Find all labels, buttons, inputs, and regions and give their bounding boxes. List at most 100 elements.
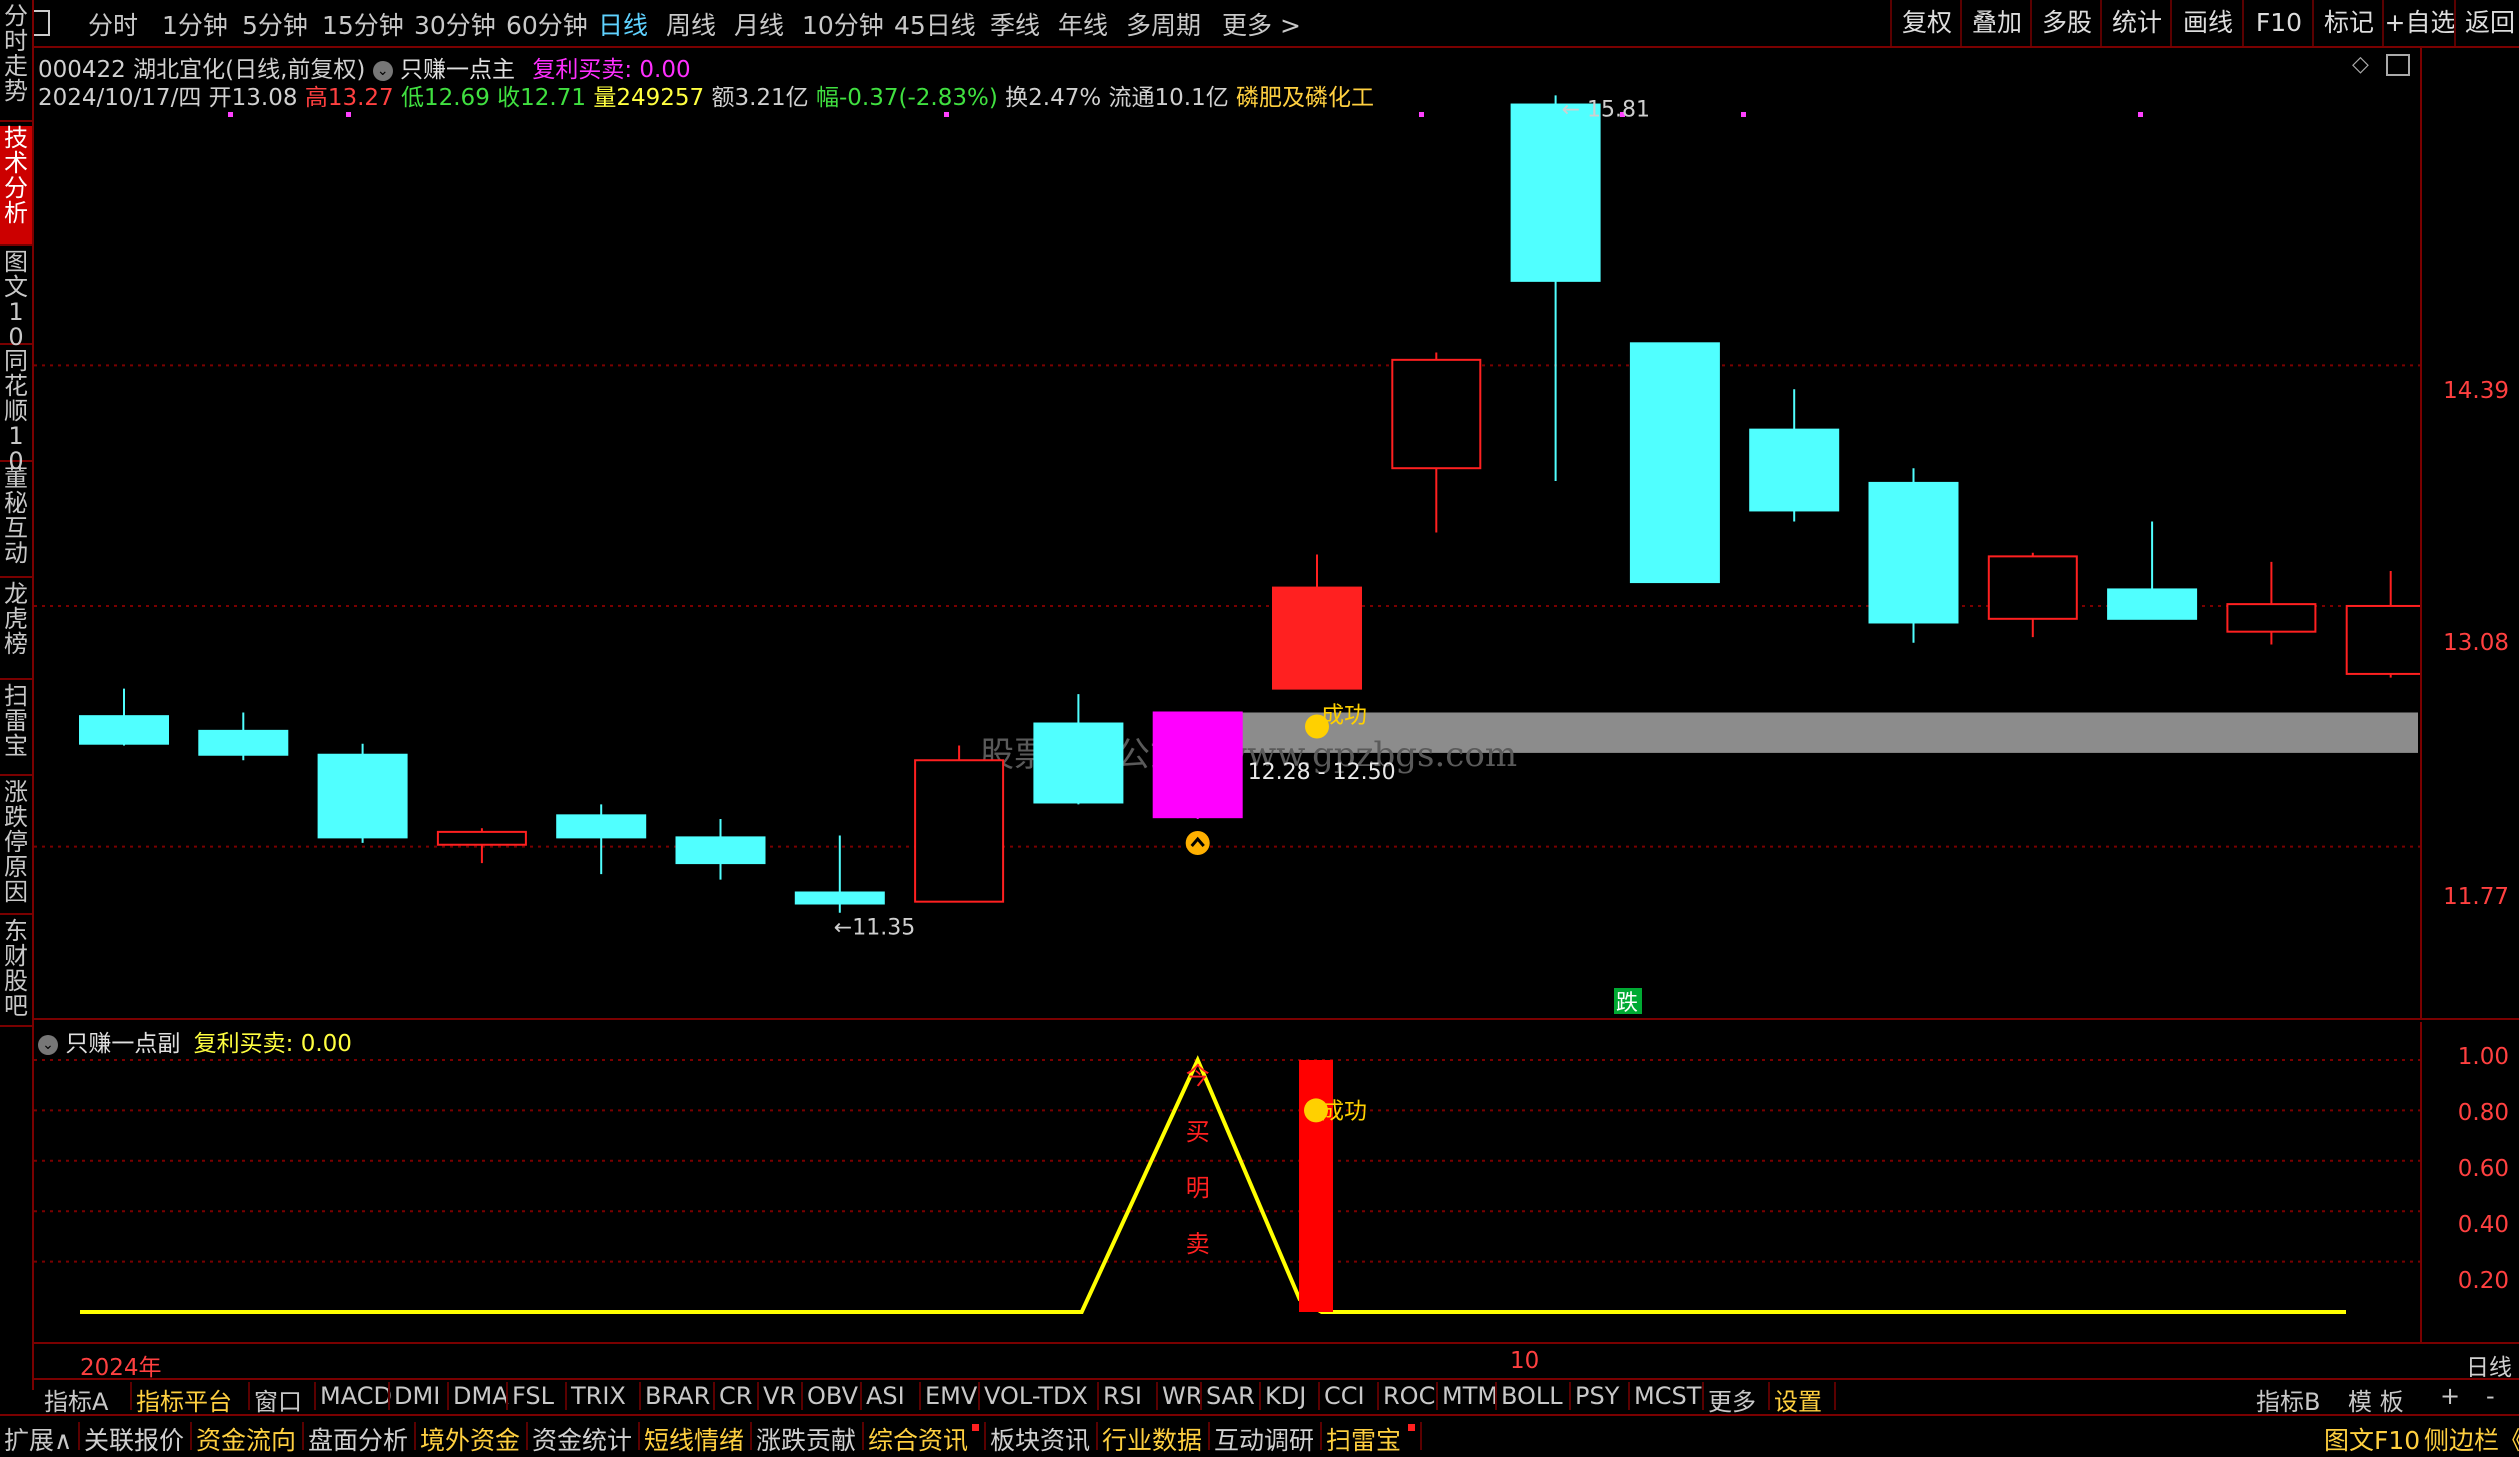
period-tab[interactable]: 更多 > bbox=[1222, 6, 1301, 42]
status-tab[interactable]: 关联报价 bbox=[84, 1421, 184, 1457]
indicator-tab[interactable]: ASI bbox=[866, 1382, 905, 1410]
candle-body[interactable] bbox=[1749, 428, 1840, 512]
indicator-tab[interactable]: 更多 bbox=[1708, 1382, 1756, 1417]
left-rail-item[interactable]: 图文10 bbox=[0, 250, 32, 350]
toolbar-button[interactable]: 画线 bbox=[2170, 0, 2244, 46]
candle-body[interactable] bbox=[2107, 588, 2198, 620]
toolbar-button[interactable]: 统计 bbox=[2100, 0, 2172, 46]
status-right-button[interactable]: 侧边栏《 bbox=[2424, 1421, 2519, 1457]
status-tab[interactable]: 综合资讯 bbox=[868, 1421, 968, 1457]
indicator-tab[interactable]: TRIX bbox=[571, 1382, 626, 1410]
indicator-right-button[interactable]: 指标B bbox=[2256, 1382, 2320, 1417]
status-tab[interactable]: 扩展∧ bbox=[4, 1421, 72, 1457]
candle-body[interactable] bbox=[1033, 722, 1124, 804]
period-tab[interactable]: 多周期 bbox=[1126, 6, 1201, 42]
indicator-tab[interactable]: EMV bbox=[925, 1382, 977, 1410]
indicator-tab[interactable]: FSL bbox=[512, 1382, 554, 1410]
indicator-tab[interactable]: ROC bbox=[1383, 1382, 1435, 1410]
candle-body[interactable] bbox=[198, 729, 289, 756]
status-tab[interactable]: 涨跌贡献 bbox=[756, 1421, 856, 1457]
period-tab[interactable]: 月线 bbox=[734, 6, 784, 42]
candle-body[interactable] bbox=[2226, 603, 2317, 633]
toolbar-button[interactable]: 多股 bbox=[2030, 0, 2102, 46]
period-tab[interactable]: 15分钟 bbox=[322, 6, 404, 42]
indicator-tab[interactable]: 指标平台 bbox=[136, 1382, 232, 1417]
indicator-tab[interactable]: 指标A bbox=[44, 1382, 108, 1417]
candle-body[interactable] bbox=[675, 836, 766, 865]
period-tab[interactable]: 年线 bbox=[1058, 6, 1108, 42]
candle-body[interactable] bbox=[317, 753, 408, 839]
indicator-tab[interactable]: SAR bbox=[1206, 1382, 1255, 1410]
indicator-tab[interactable]: CR bbox=[719, 1382, 752, 1410]
period-tab[interactable]: 1分钟 bbox=[162, 6, 228, 42]
period-tab[interactable]: 分时 bbox=[88, 6, 138, 42]
period-tab[interactable]: 60分钟 bbox=[506, 6, 588, 42]
period-tab[interactable]: 季线 bbox=[990, 6, 1040, 42]
left-rail-item[interactable]: 扫雷宝 bbox=[0, 684, 32, 776]
indicator-tab[interactable]: PSY bbox=[1575, 1382, 1619, 1410]
candle-body[interactable] bbox=[1510, 103, 1601, 282]
status-tab[interactable]: 扫雷宝 bbox=[1326, 1421, 1401, 1457]
indicator-tab[interactable]: CCI bbox=[1324, 1382, 1365, 1410]
status-tab[interactable]: 境外资金 bbox=[420, 1421, 520, 1457]
period-tab[interactable]: 周线 bbox=[666, 6, 716, 42]
indicator-tab[interactable]: WR bbox=[1162, 1382, 1202, 1410]
sub-indicator-chart[interactable]: 今买明卖 成功 bbox=[34, 1022, 2420, 1340]
candle-body[interactable] bbox=[2345, 604, 2420, 675]
panel-divider[interactable] bbox=[34, 1018, 2519, 1020]
candle-body[interactable] bbox=[914, 759, 1005, 903]
status-tab[interactable]: 行业数据 bbox=[1102, 1421, 1202, 1457]
status-tab[interactable]: 资金流向 bbox=[196, 1421, 296, 1457]
indicator-tab[interactable]: KDJ bbox=[1265, 1382, 1306, 1410]
candlestick-chart[interactable]: 股票指标公式网www.gpzbgs.com← 15.81←11.3512.28 … bbox=[34, 48, 2420, 1018]
indicator-tab[interactable]: DMA bbox=[453, 1382, 509, 1410]
period-tab[interactable]: 45日线 bbox=[894, 6, 976, 42]
indicator-tab[interactable]: BOLL bbox=[1501, 1382, 1563, 1410]
period-tab[interactable]: 30分钟 bbox=[414, 6, 496, 42]
period-tab[interactable]: 5分钟 bbox=[242, 6, 308, 42]
candle-body[interactable] bbox=[1391, 358, 1482, 470]
candle-body[interactable] bbox=[1629, 342, 1720, 584]
left-rail-item[interactable]: 同花顺10 bbox=[0, 349, 32, 474]
left-rail-item[interactable]: 分时走势 bbox=[0, 4, 32, 122]
indicator-tab[interactable]: VR bbox=[763, 1382, 796, 1410]
candle-body[interactable] bbox=[436, 830, 527, 846]
indicator-right-button[interactable]: - bbox=[2486, 1382, 2495, 1410]
status-tab[interactable]: 板块资讯 bbox=[990, 1421, 1090, 1457]
toolbar-button[interactable]: 复权 bbox=[1890, 0, 1962, 46]
period-tab[interactable]: 10分钟 bbox=[802, 6, 884, 42]
left-rail-item[interactable]: 技术分析 bbox=[0, 126, 32, 246]
toolbar-button[interactable]: +自选 bbox=[2382, 0, 2456, 46]
indicator-tab[interactable]: MACD bbox=[320, 1382, 392, 1410]
toolbar-button[interactable]: 叠加 bbox=[1960, 0, 2032, 46]
candle-body[interactable] bbox=[79, 715, 169, 745]
candle-body[interactable] bbox=[1987, 555, 2078, 620]
candle-body[interactable] bbox=[1868, 481, 1959, 624]
indicator-tab[interactable]: 设置 bbox=[1774, 1382, 1822, 1417]
indicator-tab[interactable]: 窗口 bbox=[254, 1382, 302, 1417]
left-rail-item[interactable]: 东财股吧 bbox=[0, 919, 32, 1027]
status-right-button[interactable]: 图文F10 bbox=[2324, 1421, 2420, 1457]
left-rail-item[interactable]: 涨跌停原因 bbox=[0, 780, 32, 915]
candle-body[interactable] bbox=[1152, 711, 1243, 819]
indicator-tab[interactable]: BRAR bbox=[645, 1382, 710, 1410]
indicator-tab[interactable]: MTM bbox=[1442, 1382, 1498, 1410]
indicator-tab[interactable]: VOL-TDX bbox=[984, 1382, 1088, 1410]
indicator-tab[interactable]: RSI bbox=[1103, 1382, 1142, 1410]
left-rail-item[interactable]: 董秘互动 bbox=[0, 466, 32, 578]
status-tab[interactable]: 短线情绪 bbox=[644, 1421, 744, 1457]
indicator-tab[interactable]: DMI bbox=[394, 1382, 440, 1410]
toolbar-button[interactable]: 标记 bbox=[2312, 0, 2384, 46]
indicator-right-button[interactable]: 模 板 bbox=[2348, 1382, 2404, 1417]
status-tab[interactable]: 盘面分析 bbox=[308, 1421, 408, 1457]
indicator-tab[interactable]: MCST bbox=[1634, 1382, 1701, 1410]
period-tab[interactable]: 日线 bbox=[598, 6, 648, 42]
indicator-tab[interactable]: OBV bbox=[807, 1382, 858, 1410]
status-tab[interactable]: 互动调研 bbox=[1214, 1421, 1314, 1457]
status-tab[interactable]: 资金统计 bbox=[532, 1421, 632, 1457]
left-rail-item[interactable]: 龙虎榜 bbox=[0, 582, 32, 680]
candle-body[interactable] bbox=[1272, 586, 1362, 690]
candle-body[interactable] bbox=[556, 814, 647, 839]
indicator-right-button[interactable]: + bbox=[2440, 1382, 2460, 1410]
candle-body[interactable] bbox=[794, 891, 885, 905]
